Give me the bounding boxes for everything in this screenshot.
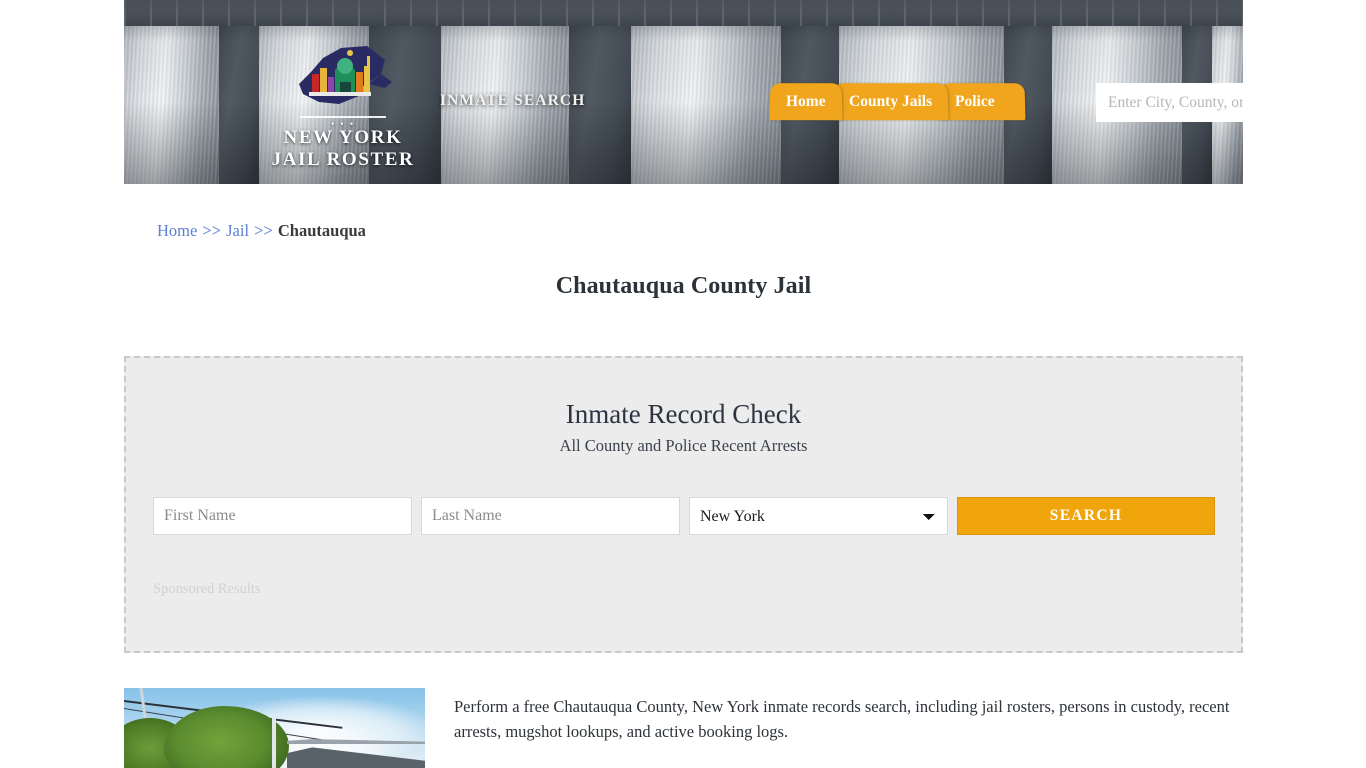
nav-item-county-jails[interactable]: County Jails <box>831 83 949 121</box>
breadcrumb-item-jail[interactable]: Jail <box>226 221 249 240</box>
logo-line-2: JAIL ROSTER <box>271 149 415 170</box>
header-search-input[interactable] <box>1096 83 1243 122</box>
inmate-search-form: New York SEARCH <box>153 497 1215 535</box>
nav-item-home[interactable]: Home <box>769 83 842 121</box>
inmate-search-button[interactable]: SEARCH <box>957 497 1215 535</box>
page-title: Chautauqua County Jail <box>555 273 812 299</box>
widget-subheading: All County and Police Recent Arrests <box>559 436 808 455</box>
inmate-record-check-widget: Inmate Record Check All County and Polic… <box>124 356 1243 653</box>
last-name-input[interactable] <box>421 497 680 535</box>
widget-heading: Inmate Record Check <box>565 399 802 429</box>
sponsored-results-label: Sponsored Results <box>153 581 261 597</box>
breadcrumb-separator-1: >> <box>202 221 222 240</box>
state-select[interactable]: New York <box>689 497 948 535</box>
breadcrumb-item-current: Chautauqua <box>277 221 366 240</box>
main-navigation: Home County Jails Police <box>769 83 1025 121</box>
site-header: • • • NEW YORK JAIL ROSTER INMATE SEARCH… <box>124 0 1243 184</box>
site-logo[interactable]: • • • NEW YORK JAIL ROSTER <box>270 44 416 171</box>
new-york-state-jail-logo-icon <box>289 44 397 112</box>
nav-item-police[interactable]: Police <box>938 83 1025 121</box>
logo-line-1: NEW YORK <box>283 127 403 148</box>
content-section: Perform a free Chautauqua County, New Yo… <box>124 688 1243 768</box>
header-search <box>1096 83 1243 122</box>
page-root: • • • NEW YORK JAIL ROSTER INMATE SEARCH… <box>0 0 1366 768</box>
breadcrumb-separator-2: >> <box>254 221 273 240</box>
jail-photo-thumbnail <box>124 688 425 768</box>
breadcrumb-item-home[interactable]: Home <box>157 221 197 240</box>
header-tagline: INMATE SEARCH <box>440 92 586 109</box>
breadcrumb: Home >> Jail >> Chautauqua <box>157 221 366 241</box>
content-copy: Perform a free Chautauqua County, New Yo… <box>454 694 1243 768</box>
content-paragraph: Perform a free Chautauqua County, New Yo… <box>454 697 1230 741</box>
page-title-wrapper: Chautauqua County Jail <box>0 273 1366 300</box>
logo-divider <box>300 116 386 118</box>
first-name-input[interactable] <box>153 497 412 535</box>
